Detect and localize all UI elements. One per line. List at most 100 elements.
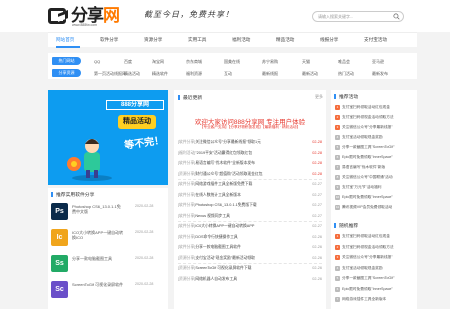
category-link[interactable]: 福利资源 (186, 71, 202, 77)
article-category[interactable]: [福利活动] (178, 151, 195, 155)
sidebar-item[interactable]: 8 关注微信公众号"中国联通"活动 (335, 174, 415, 181)
article-title[interactable]: 网络游戏插件工具全新版免费下载 (195, 180, 293, 188)
article-title[interactable]: 在线人数统计工具全新版本 (195, 191, 293, 199)
sidebar-item[interactable]: 2 支付宝扫码领现金活动领取方法 (335, 114, 415, 121)
article-category[interactable]: [资源分享] (178, 172, 195, 176)
sidebar-item-title[interactable]: Epic限时免费领取"InnerSpace" (342, 195, 393, 199)
article-title[interactable]: 财付通公众号"超值购"活动领取现金红包 (195, 170, 293, 178)
category-link[interactable]: 百度 (124, 59, 132, 65)
article-title[interactable]: DOS命令行快捷操作工具 (195, 233, 293, 241)
software-item[interactable]: Sc ScreenToGif 可视化录屏软件 2020-02-28 (51, 280, 165, 300)
search-box[interactable]: 请输入搜索关键字... (312, 11, 404, 22)
sidebar-item-title[interactable]: 易语言编写"伐木软件"新版 (342, 165, 385, 169)
category-link[interactable]: 京东商城 (186, 59, 202, 65)
article-row[interactable]: [资源分享]网络机器人自动发布工具 02-26 (178, 275, 322, 283)
article-row[interactable]: [软件分享]IC0大小转换APP一键自动转换APP 02-27 (178, 222, 322, 230)
article-category[interactable]: [软件分享] (178, 235, 195, 239)
sidebar-item-title[interactable]: Epic限时免费领取"InnerSpace" (342, 155, 393, 159)
article-title[interactable]: ScreenToGif 可视化录屏软件下载 (195, 264, 293, 272)
nav-item[interactable]: 线报分享 (320, 37, 338, 43)
software-item[interactable]: Ss 分享一款电脑截图工具 2020-02-28 (51, 254, 165, 274)
article-title[interactable]: 支付宝活动"现金奖励"最新活动领取 (195, 254, 293, 262)
sidebar-item[interactable]: 10 Epic限时免费领取"InnerSpace" (335, 194, 415, 201)
article-category[interactable]: [软件分享] (178, 224, 195, 228)
article-row[interactable]: [资源分享]支付宝活动"现金奖励"最新活动领取 02-26 (178, 254, 322, 262)
article-row[interactable]: [资源分享]财付通公众号"超值购"活动领取现金红包 02-28 (178, 170, 322, 178)
article-category[interactable]: [软件分享] (178, 245, 195, 249)
category-link[interactable]: 唯品会 (338, 59, 350, 65)
sidebar-item[interactable]: 7 易语言编写"伐木软件"新版 (335, 164, 415, 171)
category-link[interactable]: 精选活动 (124, 71, 140, 77)
sidebar-item-title[interactable]: 支付宝"万元节"活动福利 (342, 185, 382, 189)
sidebar-item[interactable]: 6 Epic限时免费领取"InnerSpace" (335, 286, 415, 293)
search-input[interactable]: 请输入搜索关键字... (318, 14, 353, 20)
sidebar-item-title[interactable]: 分享一款截图工具"ScreenToGif" (342, 145, 394, 149)
category-link[interactable]: QQ (94, 59, 100, 64)
article-category[interactable]: [软件分享] (178, 140, 195, 144)
software-item[interactable]: Ic ICO大小转换APP一键自动转换ICO 2020-02-28 (51, 228, 165, 248)
article-category[interactable]: [软件分享] (178, 203, 195, 207)
category-link[interactable]: 互动 (224, 71, 232, 77)
sidebar-item[interactable]: 3 关注微信公众号"分享最新线报" (335, 124, 415, 131)
category-link[interactable]: 精选软件 (152, 71, 168, 77)
sidebar-item[interactable]: 4 支付宝活动领取现金奖励 (335, 134, 415, 141)
site-logo[interactable]: 分享网 www.888fw.com (48, 6, 120, 27)
article-title[interactable]: IC0大小转换APP一键自动转换APP (195, 222, 293, 230)
more-link[interactable]: 更多 (315, 94, 323, 100)
nav-item[interactable]: 网站首页 (56, 37, 74, 43)
nav-item[interactable]: 福利活动 (232, 37, 250, 43)
category-link[interactable]: 热门活动 (338, 71, 354, 77)
article-row[interactable]: [软件分享]Photoshop CS6_13.0.1.1免费版下载 02-27 (178, 201, 322, 209)
software-item[interactable]: Ps Photoshop CS6_13.0.1.1免费中文版 2020-02-28 (51, 202, 165, 222)
article-title[interactable]: 网络机器人自动发布工具 (195, 275, 293, 283)
sidebar-item[interactable]: 9 支付宝"万元节"活动福利 (335, 184, 415, 191)
article-category[interactable]: [软件分享] (178, 161, 195, 165)
sidebar-item-title[interactable]: 关注微信公众号"分享最新线报" (342, 125, 393, 129)
category-link[interactable]: 国美在线 (224, 59, 240, 65)
category-link[interactable]: 淘宝网 (152, 59, 164, 65)
sidebar-item[interactable]: 6 Epic限时免费领取"InnerSpace" (335, 154, 415, 161)
article-row[interactable]: [福利活动]"2019平安"活动赢得红包领取红包 02-28 (178, 149, 322, 157)
article-row[interactable]: [软件分享]易语言编写"伐木软件"全新版本发布 02-28 (178, 159, 322, 167)
sidebar-item[interactable]: 5 分享一款截图工具"ScreenToGif" (335, 275, 415, 282)
sidebar-item[interactable]: 1 支付宝扫码领取活动红包现金 (335, 233, 415, 240)
category-link[interactable]: 第一页活动线报网 (94, 71, 126, 77)
sidebar-item-title[interactable]: 关注微信公众号"中国联通"活动 (342, 175, 393, 179)
category-link[interactable]: 最新活动 (302, 71, 318, 77)
software-name[interactable]: Photoshop CS6_13.0.1.1免费中文版 (72, 204, 124, 214)
software-name[interactable]: ICO大小转换APP一键自动转换ICO (72, 230, 124, 240)
article-title[interactable]: "2019平安"活动赢得红包领取红包 (195, 149, 293, 157)
promo-banner[interactable]: 888分享网 精品活动 等不完！ (48, 90, 168, 185)
category-link[interactable]: 苏宁易购 (262, 59, 278, 65)
article-row[interactable]: [软件分享]DOS命令行快捷操作工具 02-26 (178, 233, 322, 241)
category-link[interactable]: 亚马逊 (372, 59, 384, 65)
article-row[interactable]: [软件分享]Nexus 视频同步工具 02-27 (178, 212, 322, 220)
nav-item[interactable]: 精品活动 (276, 37, 294, 43)
article-title[interactable]: Photoshop CS6_13.0.1.1免费版下载 (195, 201, 293, 209)
nav-item[interactable]: 资源分享 (144, 37, 162, 43)
article-row[interactable]: [软件分享]在线人数统计工具全新版本 02-27 (178, 191, 322, 199)
sidebar-item-title[interactable]: 支付宝扫码领取活动红包现金 (342, 234, 390, 238)
article-row[interactable]: [资源分享]ScreenToGif 可视化录屏软件下载 02-26 (178, 264, 322, 272)
article-category[interactable]: [资源分享] (178, 277, 195, 281)
sidebar-item-title[interactable]: 支付宝活动领取现金奖励 (342, 266, 383, 270)
category-link[interactable]: 最新线报 (262, 71, 278, 77)
nav-item[interactable]: 支付宝活动 (364, 37, 387, 43)
sidebar-item-title[interactable]: 分享一款截图工具"ScreenToGif" (342, 276, 394, 280)
sidebar-item-title[interactable]: 支付宝扫码领取活动红包现金 (342, 105, 390, 109)
sidebar-item[interactable]: 2 支付宝扫码领现金活动领取方法 (335, 244, 415, 251)
sidebar-item[interactable]: 4 支付宝活动领取现金奖励 (335, 265, 415, 272)
sidebar-item-title[interactable]: 支付宝扫码领现金活动领取方法 (342, 115, 394, 119)
article-title[interactable]: 分享一款电脑截图工具软件 (195, 243, 293, 251)
article-category[interactable]: [软件分享] (178, 193, 195, 197)
article-category[interactable]: [软件分享] (178, 214, 195, 218)
software-name[interactable]: ScreenToGif 可视化录屏软件 (72, 282, 124, 292)
sidebar-item-title[interactable]: 支付宝扫码领现金活动领取方法 (342, 245, 394, 249)
category-link[interactable]: 最新发布 (372, 71, 388, 77)
sidebar-item[interactable]: 7 网络游戏插件工具全新版本 (335, 296, 415, 303)
sidebar-item-title[interactable]: 关注微信公众号"分享最新线报" (342, 255, 393, 259)
article-title[interactable]: Nexus 视频同步工具 (195, 212, 293, 220)
article-row[interactable]: [软件分享]网络游戏插件工具全新版免费下载 02-27 (178, 180, 322, 188)
article-category[interactable]: [软件分享] (178, 182, 195, 186)
sidebar-item[interactable]: 5 分享一款截图工具"ScreenToGif" (335, 144, 415, 151)
